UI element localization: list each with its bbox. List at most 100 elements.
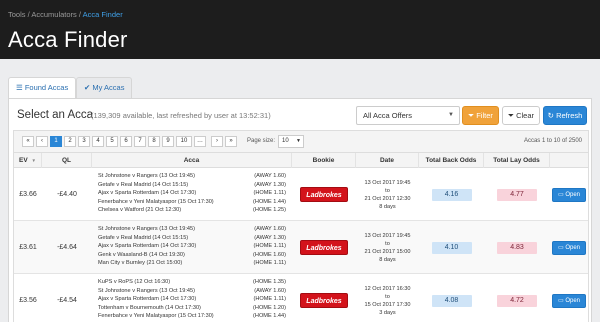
date-start: 13 Oct 2017 19:45 bbox=[364, 179, 411, 186]
folder-open-icon: ▭ bbox=[557, 244, 564, 251]
column-header-ev[interactable]: EV ▼ bbox=[14, 153, 42, 168]
page-size-select[interactable]: 10 ▼ bbox=[278, 135, 304, 148]
offer-select[interactable]: All Acca Offers ▼ bbox=[356, 106, 460, 125]
leg-match: Fenerbahce v Yeni Malatyaspor (15 Oct 17… bbox=[98, 313, 214, 319]
column-header-date[interactable]: Date bbox=[356, 153, 419, 168]
column-header-ql[interactable]: QL bbox=[42, 153, 92, 168]
pagination-page[interactable]: 1 bbox=[50, 136, 62, 147]
acca-leg: Man City v Burnley (21 Oct 15:00) (HOME 1… bbox=[98, 259, 286, 268]
pagination-page[interactable]: 8 bbox=[148, 136, 160, 147]
breadcrumb-tools[interactable]: Tools bbox=[8, 10, 26, 19]
lay-odds-cell: 4.72 bbox=[484, 274, 550, 322]
acca-leg: Tottenham v Bournemouth (14 Oct 17:30) (H… bbox=[98, 304, 286, 313]
open-button[interactable]: ▭ Open bbox=[552, 187, 586, 202]
leg-selection: (AWAY 1.60) bbox=[254, 173, 286, 179]
filter-icon: ⏷ bbox=[507, 111, 514, 120]
leg-match: Getafe v Real Madrid (14 Oct 15:15) bbox=[98, 181, 189, 188]
leg-selection: (HOME 1.11) bbox=[253, 190, 286, 196]
refresh-icon: ↻ bbox=[547, 111, 554, 120]
open-cell: ▭ Open bbox=[550, 221, 588, 274]
list-icon: ☰ bbox=[16, 83, 23, 92]
open-button[interactable]: ▭ Open bbox=[552, 240, 586, 255]
offer-select-value: All Acca Offers bbox=[363, 111, 413, 120]
date-cell: 12 Oct 2017 16:30 to 15 Oct 2017 17:30 3… bbox=[356, 274, 419, 322]
pagination-info: Accas 1 to 10 of 2500 bbox=[523, 138, 582, 144]
leg-match: Ajax v Sparta Rotterdam (14 Oct 17:30) bbox=[98, 243, 197, 249]
breadcrumb-acca-finder[interactable]: Acca Finder bbox=[83, 10, 123, 19]
acca-leg: St Johnstone v Rangers (13 Oct 19:45) (AW… bbox=[98, 172, 286, 181]
pagination-first[interactable]: « bbox=[22, 136, 34, 147]
pagination-page[interactable]: 10 bbox=[176, 136, 192, 147]
refresh-button[interactable]: ↻ Refresh bbox=[543, 106, 587, 125]
pagination-page[interactable]: 7 bbox=[134, 136, 146, 147]
back-odds-value: 4.10 bbox=[431, 241, 472, 254]
acca-leg: Fenerbahce v Yeni Malatyaspor (15 Oct 17… bbox=[98, 198, 286, 207]
breadcrumb-accumulators[interactable]: Accumulators bbox=[31, 10, 76, 19]
pagination-page[interactable]: 9 bbox=[162, 136, 174, 147]
ql-value: -£4.54 bbox=[57, 297, 77, 304]
acca-leg: Ajax v Sparta Rotterdam (14 Oct 17:30) (H… bbox=[98, 242, 286, 251]
leg-selection: (HOME 1.11) bbox=[253, 243, 286, 249]
date-end: 15 Oct 2017 17:30 bbox=[364, 301, 411, 308]
page-title: Acca Finder bbox=[8, 27, 128, 52]
pagination-next[interactable]: › bbox=[211, 136, 223, 147]
date-span: 8 days bbox=[379, 203, 396, 210]
column-header-bookie[interactable]: Bookie bbox=[292, 153, 356, 168]
bookie-cell: Ladbrokes bbox=[292, 168, 356, 221]
leg-selection: (HOME 1.11) bbox=[253, 260, 286, 266]
column-header-total-back-odds[interactable]: Total Back Odds bbox=[419, 153, 484, 168]
leg-selection: (AWAY 1.60) bbox=[254, 226, 286, 232]
acca-leg: KuPS v RoPS (12 Oct 16:30) (HOME 1.35) bbox=[98, 278, 286, 287]
leg-selection: (HOME 1.44) bbox=[253, 198, 286, 205]
lay-odds-cell: 4.77 bbox=[484, 168, 550, 221]
sort-desc-icon: ▼ bbox=[31, 158, 36, 163]
leg-match: St Johnstone v Rangers (13 Oct 19:45) bbox=[98, 173, 196, 179]
clear-button[interactable]: ⏷ Clear bbox=[502, 106, 540, 125]
tab-my-accas[interactable]: ✔ My Accas bbox=[76, 77, 133, 99]
leg-match: St Johnstone v Rangers (13 Oct 19:45) bbox=[98, 287, 196, 294]
leg-selection: (HOME 1.20) bbox=[253, 304, 286, 311]
pagination-page[interactable]: 3 bbox=[78, 136, 90, 147]
breadcrumb-separator: / bbox=[78, 10, 81, 19]
leg-match: Ajax v Sparta Rotterdam (14 Oct 17:30) bbox=[98, 296, 197, 302]
leg-selection: (HOME 1.60) bbox=[253, 251, 286, 258]
pagination-page[interactable]: 6 bbox=[120, 136, 132, 147]
ladbrokes-logo: Ladbrokes bbox=[300, 293, 348, 308]
column-header-total-lay-odds[interactable]: Total Lay Odds bbox=[484, 153, 550, 168]
leg-match: Fenerbahce v Yeni Malatyaspor (15 Oct 17… bbox=[98, 198, 214, 205]
chevron-down-icon: ▼ bbox=[296, 138, 301, 144]
pagination-page[interactable]: 4 bbox=[92, 136, 104, 147]
pagination-page[interactable]: 5 bbox=[106, 136, 118, 147]
acca-leg: Getafe v Real Madrid (14 Oct 15:15) (AWAY… bbox=[98, 234, 286, 243]
date-end: 21 Oct 2017 12:30 bbox=[364, 195, 411, 202]
date-to: to bbox=[385, 293, 390, 300]
date-to: to bbox=[385, 240, 390, 247]
pagination-prev[interactable]: ‹ bbox=[36, 136, 48, 147]
date-start: 12 Oct 2017 16:30 bbox=[364, 285, 411, 292]
bookie-cell: Ladbrokes bbox=[292, 274, 356, 322]
leg-match: Ajax v Sparta Rotterdam (14 Oct 17:30) bbox=[98, 190, 197, 196]
acca-leg: Ajax v Sparta Rotterdam (14 Oct 17:30) (H… bbox=[98, 295, 286, 304]
back-odds-cell: 4.10 bbox=[419, 221, 484, 274]
clear-label: Clear bbox=[516, 111, 535, 120]
date-cell: 13 Oct 2017 19:45 to 21 Oct 2017 15:00 8… bbox=[356, 221, 419, 274]
column-header-acca[interactable]: Acca bbox=[92, 153, 292, 168]
leg-match: Getafe v Real Madrid (14 Oct 15:15) bbox=[98, 234, 189, 241]
open-button[interactable]: ▭ Open bbox=[552, 293, 586, 308]
filter-button[interactable]: ⏷ Filter bbox=[462, 106, 499, 125]
leg-match: KuPS v RoPS (12 Oct 16:30) bbox=[98, 279, 171, 285]
pagination-bar: « ‹ 1 2 3 4 5 6 7 8 9 10 … › » Page size… bbox=[14, 131, 588, 153]
lay-odds-value: 4.77 bbox=[497, 188, 537, 201]
column-header-actions bbox=[550, 153, 588, 168]
ev-value: £3.61 bbox=[19, 244, 37, 251]
leg-match: St Johnstone v Rangers (13 Oct 19:45) bbox=[98, 226, 196, 232]
pagination-page[interactable]: 2 bbox=[64, 136, 76, 147]
leg-match: Chelsea v Watford (21 Oct 12:30) bbox=[98, 207, 182, 213]
lay-odds-value: 4.72 bbox=[497, 294, 537, 307]
tab-found-accas[interactable]: ☰ Found Accas bbox=[8, 77, 77, 99]
pagination-last[interactable]: » bbox=[225, 136, 237, 147]
leg-selection: (AWAY 1.60) bbox=[254, 287, 286, 294]
lay-odds-cell: 4.83 bbox=[484, 221, 550, 274]
acca-leg: Getafe v Real Madrid (14 Oct 15:15) (AWAY… bbox=[98, 181, 286, 190]
date-to: to bbox=[385, 187, 390, 194]
